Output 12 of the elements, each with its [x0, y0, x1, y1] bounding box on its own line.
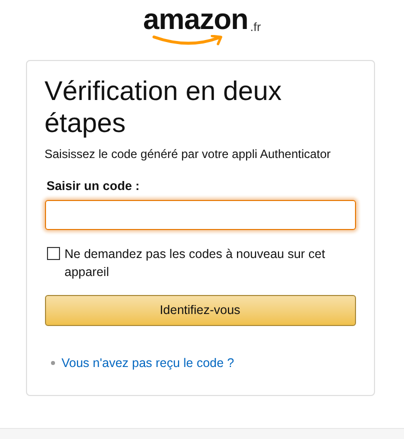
- code-label: Saisir un code :: [46, 178, 141, 195]
- remember-label: Ne demandez pas les codes à nouveau sur cet appareil: [64, 246, 326, 281]
- subtitle: Saisissez le code généré par votre appli Authenticator: [44, 146, 332, 163]
- logo-wordmark: amazon: [143, 6, 248, 34]
- resend-code-link[interactable]: Vous n'avez pas reçu le code ?: [62, 354, 234, 372]
- code-input-field[interactable]: [44, 200, 356, 230]
- page-title: Vérification en deux étapes: [44, 75, 283, 139]
- remember-checkbox[interactable]: [46, 246, 60, 260]
- logo-suffix: .fr: [250, 20, 261, 34]
- bullet-icon: [50, 361, 54, 366]
- sign-in-button[interactable]: Identifiez-vous: [44, 294, 356, 326]
- smile-arrow-icon: [152, 35, 224, 47]
